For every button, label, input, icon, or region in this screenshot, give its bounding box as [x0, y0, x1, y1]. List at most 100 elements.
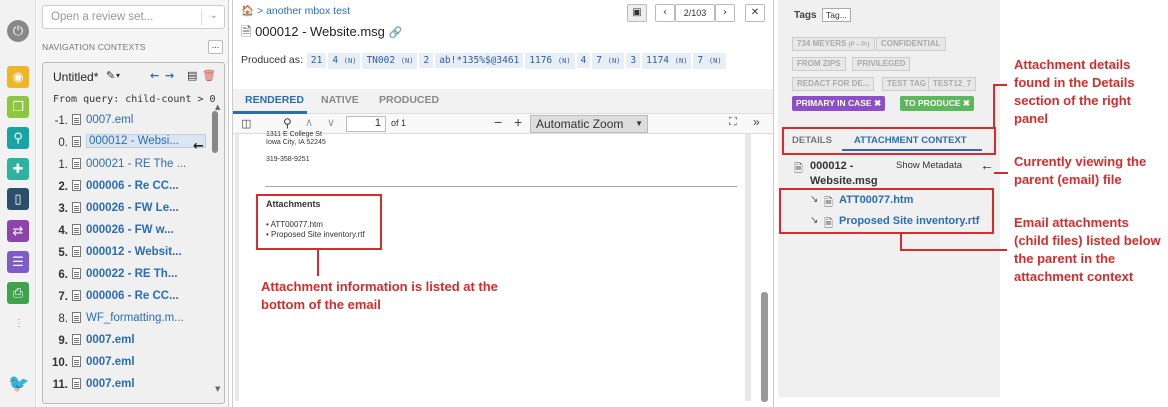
page-counter: 2/103: [675, 4, 715, 22]
bookmark-icon[interactable]: ▯: [7, 188, 29, 210]
swap-icon[interactable]: ⇄: [7, 220, 29, 242]
close-button[interactable]: ✕: [745, 4, 765, 22]
next-page-icon[interactable]: ∨: [327, 116, 335, 129]
trash-icon[interactable]: 🗑: [202, 69, 216, 82]
phone-number: 319-358-9251: [266, 156, 310, 163]
zoom-in-icon[interactable]: +: [514, 114, 522, 130]
context-title[interactable]: Untitled*: [53, 70, 98, 84]
list-item[interactable]: 5. 000012 - Websit...: [49, 243, 209, 265]
list-item[interactable]: 3. 000026 - FW Le...: [49, 199, 209, 221]
arrow-right-icon[interactable]: →: [165, 69, 174, 82]
review-set-select[interactable]: Open a review set... ⌄: [42, 5, 225, 29]
production-token[interactable]: TN002 (N): [362, 53, 418, 69]
row-number: 9.: [58, 335, 68, 347]
eye-icon[interactable]: ◉: [7, 66, 29, 88]
prev-doc-button[interactable]: ‹: [655, 4, 675, 22]
arrow-left-icon[interactable]: ←: [150, 69, 159, 82]
scroll-up-icon[interactable]: ▲: [215, 103, 220, 111]
caret-down-icon[interactable]: ▾: [116, 71, 120, 80]
list-item[interactable]: 9. 0007.eml: [49, 331, 209, 353]
select-divider: [201, 9, 202, 25]
production-token[interactable]: 7 (N): [592, 53, 625, 69]
row-name: WF_formatting.m...: [86, 312, 184, 324]
production-token[interactable]: 4 (N): [328, 53, 361, 69]
list-icon[interactable]: ☰: [7, 251, 29, 273]
print-icon[interactable]: ⎙: [7, 282, 29, 304]
tag-to-produce[interactable]: TO PRODUCE ✖: [900, 96, 975, 111]
tag-from-zips[interactable]: FROM ZIPS: [792, 57, 846, 71]
tag-test-tag[interactable]: TEST TAG: [882, 77, 931, 91]
tab-rendered[interactable]: RENDERED: [245, 94, 304, 106]
list-item[interactable]: 7. 000006 - Re CC...: [49, 287, 209, 309]
viewer-scrollbar[interactable]: [761, 292, 768, 402]
tag-primary-in-case[interactable]: PRIMARY IN CASE ✖: [792, 96, 886, 111]
parent-arrow-icon: ←: [980, 157, 994, 173]
list-item[interactable]: 4. 000026 - FW w...: [49, 221, 209, 243]
document-icon: [72, 356, 81, 367]
home-icon[interactable]: 🏠: [241, 5, 254, 17]
row-name: 0007.eml: [86, 356, 135, 368]
tab-native[interactable]: NATIVE: [321, 94, 359, 106]
divider: [265, 186, 737, 187]
annotation-line: [317, 250, 319, 276]
token-label: 3: [630, 55, 637, 66]
chevron-down-icon: ▼: [635, 119, 643, 128]
link-icon[interactable]: 🔗: [389, 27, 403, 39]
production-token[interactable]: 4: [576, 53, 591, 68]
tag-privileged[interactable]: PRIVILEGED: [852, 57, 911, 71]
copy-icon[interactable]: ❐: [7, 96, 29, 118]
tag-test12-7[interactable]: TEST12_7: [928, 77, 977, 91]
show-metadata-link[interactable]: Show Metadata: [896, 160, 962, 171]
list-item[interactable]: 11. 0007.eml: [49, 375, 209, 397]
search-icon[interactable]: ⚲: [7, 127, 29, 149]
tag-label: TO PRODUCE: [904, 98, 961, 108]
sidebar-toggle-icon[interactable]: ◫: [241, 117, 251, 130]
tag-meyers[interactable]: 734 MEYERS (P – Pr): [792, 37, 875, 51]
token-label: 7: [697, 55, 704, 66]
list-item[interactable]: 1. 000021 - RE The ...: [49, 155, 209, 177]
document-icon: 🗎: [794, 163, 803, 175]
layout-toggle-button[interactable]: ▣: [627, 4, 647, 22]
scroll-down-icon[interactable]: ▼: [215, 385, 220, 393]
production-token[interactable]: 3: [626, 53, 641, 68]
tab-produced[interactable]: PRODUCED: [379, 94, 439, 106]
more-button[interactable]: ...: [208, 40, 223, 54]
production-token[interactable]: 1176 (N): [525, 53, 575, 69]
list-item[interactable]: 10. 0007.eml: [49, 353, 209, 375]
card-icon[interactable]: ▤: [187, 69, 197, 82]
puzzle-icon[interactable]: ✚: [7, 158, 29, 180]
tag-redact[interactable]: REDACT FOR DE...: [792, 77, 875, 91]
zoom-select[interactable]: Automatic Zoom ▼: [530, 115, 648, 133]
list-item[interactable]: 6. 000022 - RE Th...: [49, 265, 209, 287]
list-item[interactable]: 2. 000006 - Re CC...: [49, 177, 209, 199]
tag-confidential[interactable]: CONFIDENTIAL: [876, 37, 946, 51]
page-number-input[interactable]: 1: [346, 116, 386, 132]
production-token[interactable]: 21: [306, 53, 327, 68]
power-icon[interactable]: ⏻: [7, 20, 29, 42]
fullscreen-icon[interactable]: ⛶: [729, 116, 737, 129]
breadcrumb-link[interactable]: another mbox test: [266, 5, 350, 17]
breadcrumb[interactable]: 🏠 > another mbox test: [241, 4, 350, 17]
document-icon: [72, 378, 81, 389]
tag-label: 734 MEYERS: [797, 39, 847, 48]
production-token[interactable]: ab!*135%$@3461: [435, 53, 524, 68]
document-icon: 🗎: [241, 24, 252, 39]
token-label: 21: [310, 55, 323, 66]
search-icon[interactable]: ⚲: [283, 116, 292, 130]
production-token[interactable]: 7 (N): [693, 53, 726, 69]
more-tools-icon[interactable]: »: [753, 115, 760, 129]
pencil-icon[interactable]: ✎: [106, 69, 115, 82]
list-scrollbar[interactable]: [212, 111, 218, 153]
zoom-out-icon[interactable]: −: [494, 114, 502, 130]
list-item[interactable]: 8. WF_formatting.m...: [49, 309, 209, 331]
prev-page-icon[interactable]: ∧: [305, 116, 313, 129]
bird-logo-icon: 🐦: [8, 374, 30, 393]
production-token[interactable]: 1174 (N): [642, 53, 692, 69]
next-doc-button[interactable]: ›: [715, 4, 735, 22]
list-item[interactable]: -1. 0007.eml: [49, 111, 209, 133]
tag-button[interactable]: Tag...: [822, 8, 851, 22]
list-item[interactable]: 0. 000012 - Websi...: [49, 133, 209, 155]
more-vertical-icon[interactable]: ⋮: [14, 318, 24, 329]
row-number: 10.: [52, 357, 68, 369]
production-token[interactable]: 2: [419, 53, 434, 68]
